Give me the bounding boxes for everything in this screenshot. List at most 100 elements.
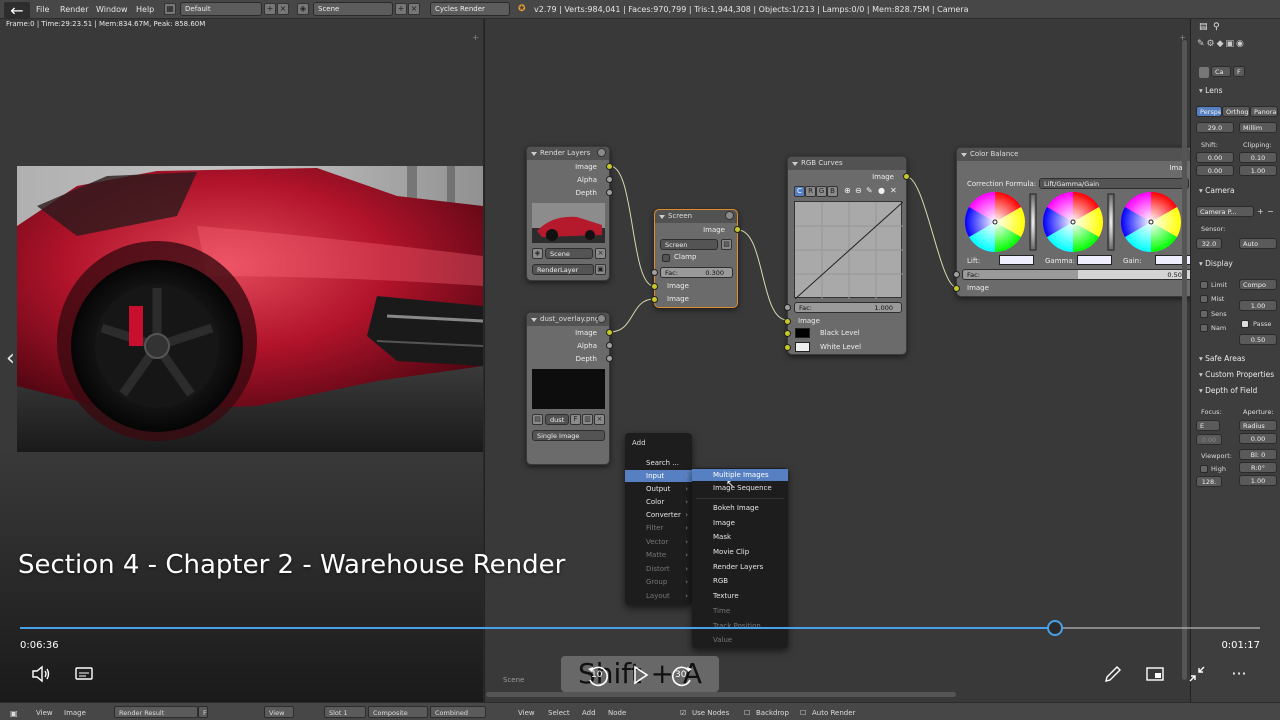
submenu-bokeh-image[interactable]: Bokeh Image: [692, 502, 788, 514]
node-horizontal-scrollbar[interactable]: [486, 692, 956, 697]
lens-unit-selector[interactable]: Millim: [1239, 122, 1277, 133]
lens-panoramic[interactable]: Panora: [1250, 106, 1278, 117]
sensor-fit-selector[interactable]: Auto: [1239, 238, 1277, 249]
open-image-icon[interactable]: ▥: [582, 414, 593, 425]
screen-mix-node[interactable]: Screen Image Screen ▨ Clamp Fac: 0.300 I…: [651, 209, 741, 308]
output-alpha-socket[interactable]: [606, 176, 613, 183]
submenu-rgb[interactable]: RGB: [692, 575, 788, 587]
more-options-icon[interactable]: ···: [1228, 664, 1250, 686]
safe-areas-section[interactable]: Safe Areas: [1199, 354, 1245, 363]
rgb-curves-node[interactable]: RGB Curves Image C R G B ⊕ ⊖ ✎ ● ✕ Fac: …: [784, 156, 910, 355]
display-section[interactable]: Display: [1199, 259, 1233, 268]
zoom-out-icon[interactable]: ⊖: [855, 186, 862, 195]
menu-window[interactable]: Window: [96, 5, 128, 14]
miniplayer-icon[interactable]: [1144, 664, 1166, 686]
menu-item-layout[interactable]: Layout ›: [625, 590, 692, 602]
preset-remove-icon[interactable]: −: [1267, 207, 1274, 216]
scene-icon[interactable]: ◈: [532, 248, 543, 259]
name-checkbox[interactable]: [1200, 324, 1208, 332]
submenu-texture[interactable]: Texture: [692, 590, 788, 602]
output-image-socket[interactable]: [734, 226, 741, 233]
pen-icon[interactable]: [1102, 664, 1124, 686]
fake-user-icon[interactable]: F: [570, 414, 581, 425]
output-image-socket[interactable]: [606, 163, 613, 170]
layout-icon[interactable]: ▦: [164, 3, 176, 15]
menu-file[interactable]: File: [36, 5, 49, 14]
output-image-socket[interactable]: [903, 173, 910, 180]
scene-icon[interactable]: ◈: [297, 3, 309, 15]
add-scene-icon[interactable]: +: [395, 3, 407, 15]
alpha-icon[interactable]: ▨: [721, 239, 732, 250]
add-layout-icon[interactable]: +: [264, 3, 276, 15]
lens-orthographic[interactable]: Orthogr: [1222, 106, 1250, 117]
render-layer-selector[interactable]: RenderLayer: [532, 264, 594, 275]
dust-overlay-node[interactable]: dust_overlay.png Image Alpha Depth ▤ dus…: [526, 312, 613, 465]
node-preview-icon[interactable]: [597, 148, 606, 157]
blend-mode-selector[interactable]: Screen: [660, 239, 718, 250]
submenu-value[interactable]: Value: [692, 634, 788, 646]
sensor-checkbox[interactable]: [1200, 310, 1208, 318]
pass-selector[interactable]: Combined: [430, 706, 486, 718]
properties-editor-icon[interactable]: ▤: [1199, 22, 1208, 32]
submenu-multiple-images[interactable]: Multiple Images: [692, 469, 788, 481]
submenu-render-layers[interactable]: Render Layers: [692, 561, 788, 573]
white-level-swatch[interactable]: [795, 342, 810, 352]
clip-start-field[interactable]: 0.10: [1239, 152, 1277, 163]
preset-add-icon[interactable]: +: [1257, 207, 1264, 216]
output-alpha-socket[interactable]: [606, 342, 613, 349]
layer-selector[interactable]: Composite: [368, 706, 428, 718]
aperture-type-selector[interactable]: Radius: [1239, 420, 1277, 431]
submenu-image[interactable]: Image: [692, 517, 788, 529]
menu-item-distort[interactable]: Distort ›: [625, 563, 692, 575]
menu-item-color[interactable]: Color ›: [625, 496, 692, 508]
high-quality-checkbox[interactable]: [1200, 465, 1208, 473]
unlink-image-icon[interactable]: ×: [594, 414, 605, 425]
color-wheels[interactable]: [962, 192, 1192, 256]
slot-selector[interactable]: Slot 1: [324, 706, 366, 718]
passepartout-checkbox[interactable]: [1241, 320, 1249, 328]
output-image-socket[interactable]: [606, 329, 613, 336]
previous-arrow-icon[interactable]: ‹: [6, 346, 15, 371]
close-scene-icon[interactable]: ×: [408, 3, 420, 15]
scene-selector[interactable]: Scene: [313, 2, 393, 16]
mist-checkbox[interactable]: [1200, 295, 1208, 303]
blades-field[interactable]: Bl: 0: [1239, 449, 1277, 460]
render-result-selector[interactable]: Render Result: [114, 706, 198, 718]
channel-b-button[interactable]: B: [827, 186, 838, 197]
camera-section[interactable]: Camera: [1199, 186, 1234, 195]
render-engine-selector[interactable]: Cycles Render: [430, 2, 510, 16]
reset-curve-icon[interactable]: ✕: [890, 186, 897, 195]
menu-render[interactable]: Render: [60, 5, 88, 14]
view-selector[interactable]: View: [264, 706, 294, 718]
camera-fake-user[interactable]: F: [1233, 66, 1245, 77]
clip-end-field[interactable]: 1.00: [1239, 165, 1277, 176]
fac-slider[interactable]: Fac: 0.300: [660, 267, 733, 278]
skip-forward-icon[interactable]: 30: [669, 663, 695, 689]
dust-image-name[interactable]: dust: [545, 414, 569, 425]
white-level-socket[interactable]: [784, 344, 791, 351]
channel-g-button[interactable]: G: [816, 186, 827, 197]
curve-graph[interactable]: [794, 201, 904, 300]
render-layers-scene-field[interactable]: Scene: [545, 248, 593, 259]
input-image-socket[interactable]: [953, 285, 960, 292]
sensor-size-field[interactable]: 32.0: [1196, 238, 1222, 249]
input-fac-socket[interactable]: [651, 269, 658, 276]
pin-icon[interactable]: ⚲: [1213, 22, 1220, 32]
captions-icon[interactable]: [73, 665, 95, 685]
unlink-scene-icon[interactable]: ×: [595, 248, 606, 259]
rotation-field[interactable]: R:0°: [1239, 462, 1277, 473]
camera-preset-selector[interactable]: Camera P...: [1196, 206, 1254, 217]
submenu-mask[interactable]: Mask: [692, 531, 788, 543]
balance-fac-slider[interactable]: Fac: 0.500: [962, 269, 1197, 280]
camera-name-field[interactable]: Ca: [1211, 66, 1231, 77]
correction-formula-selector[interactable]: Lift/Gamma/Gain: [1039, 178, 1189, 189]
focus-object-field[interactable]: E: [1196, 420, 1220, 431]
image-source-selector[interactable]: Single Image: [532, 430, 605, 441]
input-image-1-socket[interactable]: [651, 283, 658, 290]
submenu-movie-clip[interactable]: Movie Clip: [692, 546, 788, 558]
menu-item-converter[interactable]: Converter ›: [625, 509, 692, 521]
input-fac-socket[interactable]: [784, 304, 791, 311]
play-icon[interactable]: [629, 664, 651, 686]
custom-properties-section[interactable]: Custom Properties: [1199, 370, 1274, 379]
use-nodes-checkbox[interactable]: ☑: [680, 709, 686, 717]
